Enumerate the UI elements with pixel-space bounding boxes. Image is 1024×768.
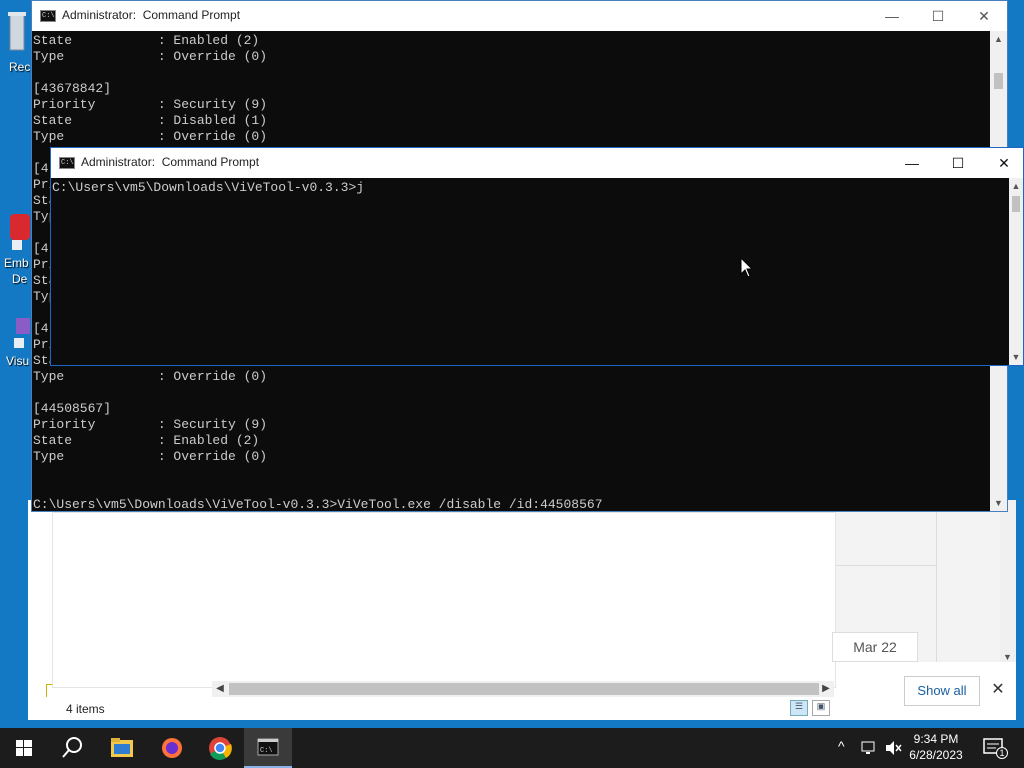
console-line: State : Enabled (2) <box>33 433 260 448</box>
scroll-down-icon[interactable]: ▼ <box>1009 349 1023 365</box>
scroll-down-icon[interactable]: ▼ <box>1003 652 1012 662</box>
console-line: [43678842] <box>33 81 112 96</box>
console-line: Type : Override (0) <box>33 449 268 464</box>
cmd-window-front[interactable]: C:\ Administrator: Command Prompt — ☐ ✕ … <box>50 147 1024 366</box>
minimize-icon[interactable]: — <box>869 1 915 31</box>
desktop-icon-label: Visu <box>6 354 30 368</box>
console-line: [44508567] <box>33 401 112 416</box>
console-line: Type : Override (0) <box>33 129 268 144</box>
network-icon[interactable] <box>860 740 878 756</box>
scroll-thumb[interactable] <box>1012 196 1020 212</box>
scroll-left-icon[interactable]: ◀ <box>212 681 228 697</box>
close-icon[interactable]: ✕ <box>988 680 1008 700</box>
console-line: State : Disabled (1) <box>33 113 268 128</box>
desktop-icon-label: Rec <box>9 60 31 74</box>
cmd-titlebar[interactable]: C:\ Administrator: Command Prompt — ☐ ✕ <box>51 148 1023 178</box>
clock-date: 6/28/2023 <box>909 748 963 762</box>
explorer-vertical-scrollbar[interactable]: ▼ <box>1000 500 1016 662</box>
chrome-icon <box>209 737 232 760</box>
explorer-horizontal-scrollbar[interactable]: ◀ ▶ <box>212 681 834 697</box>
cmd-taskbar-button[interactable]: C:\ <box>244 728 292 768</box>
close-icon[interactable]: ✕ <box>961 1 1007 31</box>
firefox-icon <box>162 738 182 758</box>
scroll-up-icon[interactable]: ▲ <box>990 31 1007 47</box>
visual-studio-glyph <box>14 318 30 348</box>
window-title: Administrator: Command Prompt <box>62 8 241 22</box>
console-line: Priority : Security (9) <box>33 97 268 112</box>
thumbnails-view-icon[interactable]: ▣ <box>812 700 830 716</box>
cmd-app-icon: C:\ <box>59 157 75 169</box>
item-count: 4 items <box>66 702 105 716</box>
windows-logo-icon <box>16 740 32 756</box>
scroll-thumb[interactable] <box>229 683 819 695</box>
explorer-status-bar: 4 items ☰ ▣ <box>28 697 836 720</box>
maximize-icon[interactable]: ☐ <box>915 1 961 31</box>
clock-time: 9:34 PM <box>913 732 959 746</box>
desktop-icon-label: Emb <box>4 256 29 270</box>
minimize-icon[interactable]: — <box>889 148 935 178</box>
console-line: Type : Override (0) <box>33 369 268 384</box>
date-chip[interactable]: Mar 22 <box>832 632 918 662</box>
notification-count-badge: 1 <box>996 747 1008 759</box>
console-scrollbar[interactable]: ▲ ▼ <box>1009 178 1023 365</box>
console-output[interactable]: C:\Users\vm5\Downloads\ViVeTool-v0.3.3>j <box>51 178 1009 365</box>
console-line: Priority : Security (9) <box>33 417 268 432</box>
start-button[interactable] <box>0 728 48 768</box>
console-line: C:\Users\vm5\Downloads\ViVeTool-v0.3.3>j <box>52 180 365 195</box>
folder-icon <box>111 738 133 757</box>
volume-muted-icon[interactable] <box>884 740 904 756</box>
console-line: Type : Override (0) <box>33 49 268 64</box>
scroll-up-icon[interactable]: ▲ <box>1009 178 1023 194</box>
cmd-app-icon: C:\ <box>40 10 56 22</box>
recycle-bin-glyph <box>8 12 26 51</box>
maximize-icon[interactable]: ☐ <box>935 148 981 178</box>
console-line: C:\Users\vm5\Downloads\ViVeTool-v0.3.3>V… <box>33 497 603 511</box>
file-explorer-taskbar-button[interactable] <box>98 728 146 768</box>
firefox-taskbar-button[interactable] <box>148 728 196 768</box>
command-prompt-icon: C:\ <box>257 738 279 756</box>
system-clock[interactable]: 9:34 PM 6/28/2023 <box>906 731 966 763</box>
file-list-pane <box>52 512 836 688</box>
action-center-button[interactable]: 1 <box>982 736 1008 760</box>
desktop-icon-label: De <box>12 272 28 286</box>
embarcadero-glyph <box>10 214 30 250</box>
details-view-icon[interactable]: ☰ <box>790 700 808 716</box>
scroll-down-icon[interactable]: ▼ <box>990 495 1007 511</box>
search-button[interactable] <box>48 728 96 768</box>
console-line: State : Enabled (2) <box>33 33 260 48</box>
svg-text:C:\: C:\ <box>260 747 273 755</box>
window-title: Administrator: Command Prompt <box>81 155 260 169</box>
taskbar: C:\ ^ 9:34 PM 6/28/2023 1 <box>0 728 1024 768</box>
chrome-taskbar-button[interactable] <box>196 728 244 768</box>
scroll-right-icon[interactable]: ▶ <box>818 681 834 697</box>
chevron-up-icon[interactable]: ^ <box>838 738 845 754</box>
search-icon <box>62 737 82 758</box>
show-all-button[interactable]: Show all <box>904 676 980 706</box>
folder-edge-icon <box>46 684 52 698</box>
cmd-titlebar[interactable]: C:\ Administrator: Command Prompt — ☐ ✕ <box>32 1 1007 31</box>
scroll-thumb[interactable] <box>994 73 1003 89</box>
mouse-cursor-icon <box>740 257 754 278</box>
close-icon[interactable]: ✕ <box>981 148 1024 178</box>
